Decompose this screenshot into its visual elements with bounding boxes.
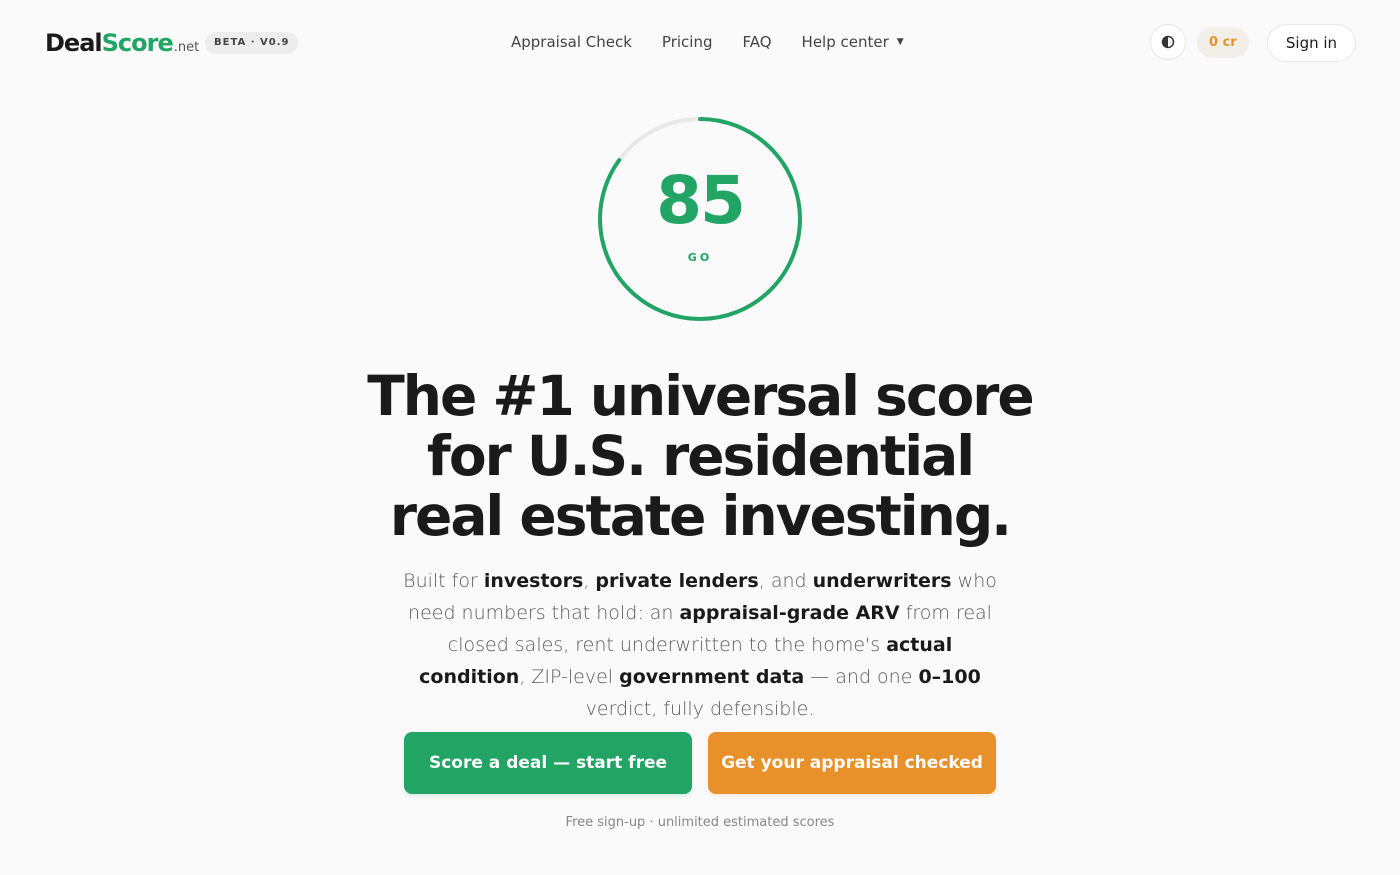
nav-help-center-label: Help center	[801, 33, 889, 51]
score-value: 85	[656, 162, 746, 239]
hero-subtext: Built for investors, private lenders, an…	[403, 570, 997, 720]
emphasis-investors: investors	[483, 570, 584, 592]
credits-badge[interactable]: 0 cr	[1197, 27, 1249, 58]
emphasis-government-data: government data	[619, 666, 805, 688]
headline-line-1: The #1 universal score	[367, 364, 1034, 428]
caret-down-icon: ▼	[896, 37, 904, 47]
half-circle-icon	[1161, 35, 1175, 49]
emphasis-private-lenders: private lenders	[595, 570, 759, 592]
emphasis-score-range: 0–100	[918, 666, 981, 688]
logo-tld-text: .net	[173, 40, 200, 55]
nav-faq[interactable]: FAQ	[742, 33, 771, 51]
signup-footnote: Free sign-up · unlimited estimated score…	[565, 815, 835, 830]
nav-help-center[interactable]: Help center ▼	[802, 33, 904, 51]
score-verdict: GO	[687, 251, 713, 264]
headline-line-2: for U.S. residential	[426, 424, 975, 488]
main-nav: Appraisal Check Pricing FAQ Help center …	[511, 33, 904, 51]
version-badge: BETA · V0.9	[205, 32, 299, 54]
appraisal-check-button[interactable]: Get your appraisal checked	[708, 732, 996, 794]
nav-appraisal-check[interactable]: Appraisal Check	[511, 33, 632, 51]
headline-line-3: real estate investing.	[389, 484, 1012, 548]
hero-headline: The #1 universal score for U.S. resident…	[350, 366, 1050, 546]
score-deal-button[interactable]: Score a deal — start free	[404, 732, 692, 794]
emphasis-underwriters: underwriters	[812, 570, 952, 592]
logo-deal-text: Deal	[45, 29, 103, 57]
emphasis-arv: appraisal-grade ARV	[679, 602, 900, 624]
theme-toggle-button[interactable]	[1150, 24, 1186, 60]
logo-score-text: Score	[101, 29, 174, 57]
nav-pricing[interactable]: Pricing	[662, 33, 713, 51]
sign-in-button[interactable]: Sign in	[1267, 24, 1356, 62]
logo[interactable]: Deal Score .net	[45, 29, 199, 57]
site-header: Deal Score .net BETA · V0.9 Appraisal Ch…	[0, 0, 1400, 88]
